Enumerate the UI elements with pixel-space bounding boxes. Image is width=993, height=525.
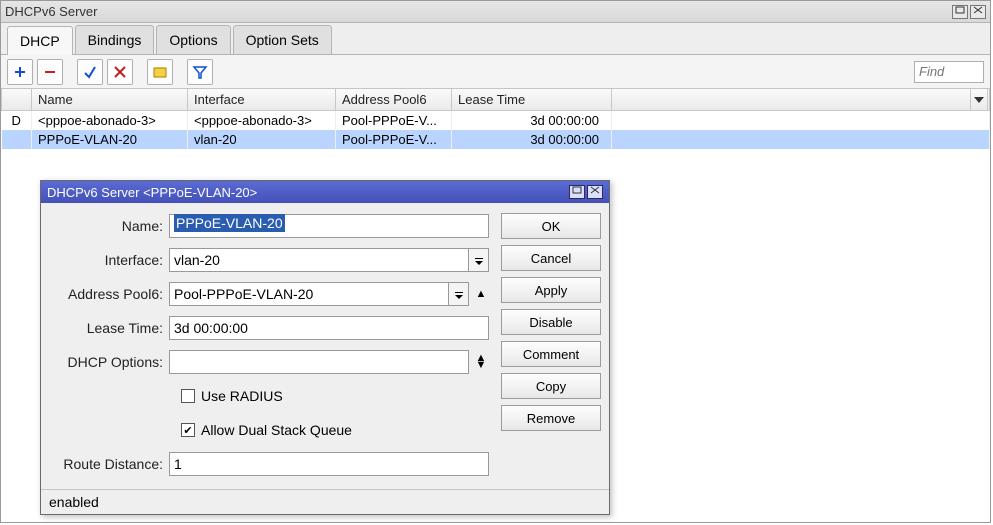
lease-label: Lease Time: (49, 320, 169, 336)
interface-input[interactable]: vlan-20 (169, 248, 469, 272)
form-column: Name: PPPoE-VLAN-20 Interface: vlan-20 A… (49, 213, 489, 485)
toolbar (1, 55, 990, 89)
lease-input[interactable]: 3d 00:00:00 (169, 316, 489, 340)
col-pool[interactable]: Address Pool6 (336, 89, 452, 111)
pool-label: Address Pool6: (49, 286, 169, 302)
chevron-down-icon (974, 97, 984, 103)
table-row[interactable]: D <pppoe-abonado-3> <pppoe-abonado-3> Po… (2, 111, 990, 131)
tab-bindings[interactable]: Bindings (75, 25, 155, 54)
enable-button[interactable] (77, 59, 103, 85)
cancel-button[interactable]: Cancel (501, 245, 601, 271)
remove-button[interactable] (37, 59, 63, 85)
col-spacer (612, 89, 990, 111)
close-icon (590, 186, 600, 194)
restore-button[interactable] (952, 5, 968, 19)
remove-button[interactable]: Remove (501, 405, 601, 431)
dialog-title: DHCPv6 Server <PPPoE-VLAN-20> (47, 185, 257, 200)
window-title: DHCPv6 Server (5, 4, 97, 19)
close-icon (973, 6, 983, 14)
button-column: OK Cancel Apply Disable Comment Copy Rem… (501, 213, 601, 485)
opts-spinner[interactable]: ▲▼ (473, 355, 489, 369)
dropdown-icon (475, 255, 483, 265)
dual-stack-label: Allow Dual Stack Queue (201, 422, 352, 438)
plus-icon (12, 64, 28, 80)
comment-button[interactable] (147, 59, 173, 85)
filter-button[interactable] (187, 59, 213, 85)
table-row[interactable]: PPPoE-VLAN-20 vlan-20 Pool-PPPoE-V... 3d… (2, 130, 990, 149)
pool-input[interactable]: Pool-PPPoE-VLAN-20 (169, 282, 449, 306)
restore-icon (572, 186, 582, 194)
dialog-title-bar: DHCPv6 Server <PPPoE-VLAN-20> (41, 181, 609, 203)
tab-options[interactable]: Options (156, 25, 230, 54)
apply-button[interactable]: Apply (501, 277, 601, 303)
use-radius-checkbox[interactable] (181, 389, 195, 403)
close-button[interactable] (970, 5, 986, 19)
check-icon (82, 64, 98, 80)
ok-button[interactable]: OK (501, 213, 601, 239)
restore-icon (955, 6, 965, 14)
minus-icon (42, 64, 58, 80)
table-header-row: Name Interface Address Pool6 Lease Time (2, 89, 990, 111)
col-interface[interactable]: Interface (188, 89, 336, 111)
note-icon (152, 64, 168, 80)
columns-menu-button[interactable] (970, 89, 988, 111)
col-name[interactable]: Name (32, 89, 188, 111)
tab-bar: DHCP Bindings Options Option Sets (1, 23, 990, 55)
dual-stack-checkbox[interactable]: ✔ (181, 423, 195, 437)
copy-button[interactable]: Copy (501, 373, 601, 399)
tab-option-sets[interactable]: Option Sets (233, 25, 332, 54)
x-icon (112, 64, 128, 80)
opts-input[interactable] (169, 350, 469, 374)
opts-label: DHCP Options: (49, 354, 169, 370)
name-label: Name: (49, 218, 169, 234)
dropdown-icon (455, 289, 463, 299)
interface-dropdown[interactable] (469, 248, 489, 272)
dialog-status: enabled (41, 489, 609, 514)
tab-dhcp[interactable]: DHCP (7, 26, 73, 55)
filter-input[interactable] (914, 61, 984, 83)
edit-dialog: DHCPv6 Server <PPPoE-VLAN-20> Name: PPPo… (40, 180, 610, 515)
add-button[interactable] (7, 59, 33, 85)
route-label: Route Distance: (49, 456, 169, 472)
funnel-icon (192, 64, 208, 80)
server-table: Name Interface Address Pool6 Lease Time … (1, 89, 990, 149)
pool-collapse[interactable]: ▲ (473, 288, 489, 300)
comment-button[interactable]: Comment (501, 341, 601, 367)
title-bar: DHCPv6 Server (1, 1, 990, 23)
dialog-close-button[interactable] (587, 185, 603, 199)
pool-dropdown[interactable] (449, 282, 469, 306)
disable-button[interactable]: Disable (501, 309, 601, 335)
col-flag[interactable] (2, 89, 32, 111)
interface-label: Interface: (49, 252, 169, 268)
route-input[interactable]: 1 (169, 452, 489, 476)
name-input[interactable]: PPPoE-VLAN-20 (169, 214, 489, 238)
use-radius-label: Use RADIUS (201, 388, 283, 404)
dialog-restore-button[interactable] (569, 185, 585, 199)
disable-button[interactable] (107, 59, 133, 85)
col-lease[interactable]: Lease Time (452, 89, 612, 111)
